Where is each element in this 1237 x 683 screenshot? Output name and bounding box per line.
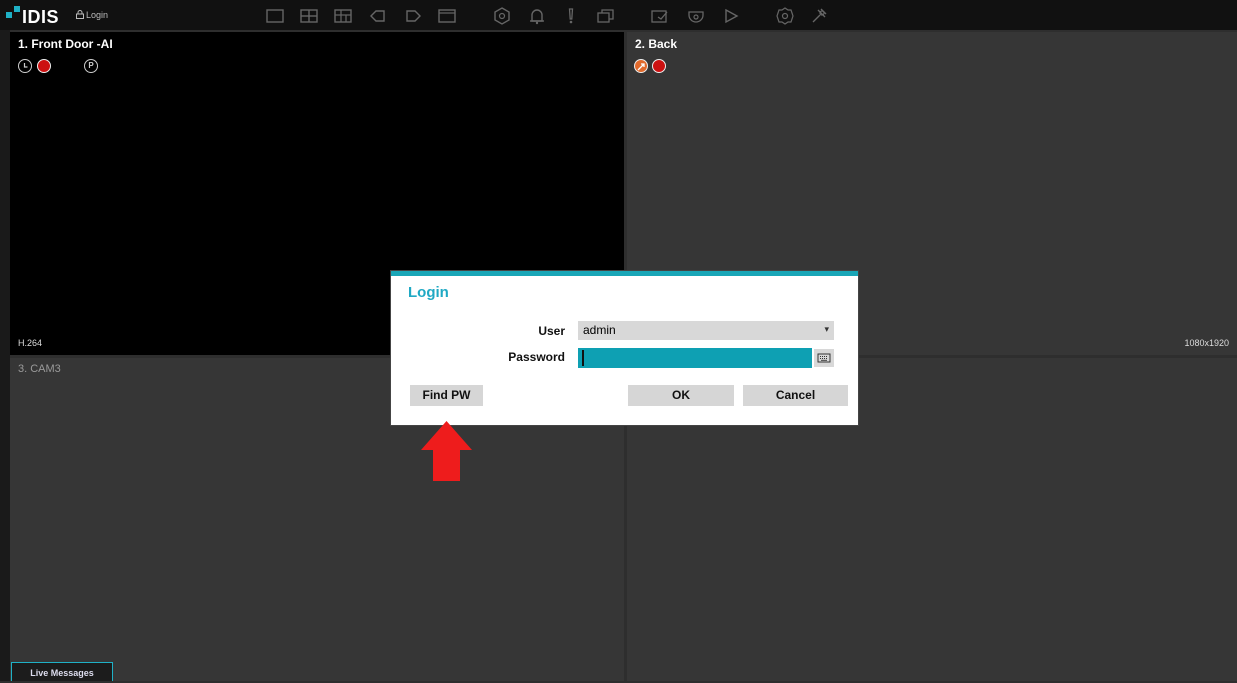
live-messages-tab[interactable]: Live Messages	[11, 662, 113, 681]
camera-title: 2. Back	[635, 37, 678, 51]
next-group-icon[interactable]	[403, 6, 423, 26]
record-indicator-icon	[652, 59, 666, 73]
dialog-title: Login	[408, 284, 449, 301]
layout-2x2-icon[interactable]	[299, 6, 319, 26]
password-label: Password	[508, 350, 565, 364]
ptz-dome-icon[interactable]	[686, 6, 706, 26]
user-select-value: admin	[583, 323, 616, 337]
prev-group-icon[interactable]	[368, 6, 388, 26]
layout-3x3-icon[interactable]	[333, 6, 353, 26]
cancel-button[interactable]: Cancel	[743, 385, 848, 406]
record-check-icon[interactable]	[650, 6, 670, 26]
keyboard-icon	[817, 353, 831, 363]
playback-icon[interactable]	[721, 6, 741, 26]
virtual-keyboard-button[interactable]	[814, 349, 834, 367]
camera-title: 3. CAM3	[18, 363, 61, 375]
resolution-label: 1080x1920	[1184, 338, 1229, 348]
record-indicator-icon	[37, 59, 51, 73]
left-strip	[0, 30, 10, 681]
login-dialog: Login User admin ▾ Password Find PW OK C…	[391, 271, 858, 425]
motion-alert-icon	[634, 59, 648, 73]
alert-icon[interactable]	[561, 6, 581, 26]
camera-title: 1. Front Door -AI	[18, 37, 113, 51]
password-input[interactable]	[578, 348, 812, 368]
user-select[interactable]: admin ▾	[578, 321, 834, 340]
layout-1x1-icon[interactable]	[265, 6, 285, 26]
tools-icon[interactable]	[809, 6, 829, 26]
text-caret	[582, 350, 584, 366]
top-toolbar: IDIS Login	[0, 0, 1237, 30]
alarm-bell-icon[interactable]	[527, 6, 547, 26]
login-link[interactable]: Login	[76, 10, 108, 20]
annotation-arrow-icon	[421, 421, 472, 481]
privacy-p-icon: P	[84, 59, 98, 73]
camera-group-icon[interactable]	[492, 6, 512, 26]
user-label: User	[538, 324, 565, 338]
ok-button[interactable]: OK	[628, 385, 734, 406]
dialog-accent-bar	[391, 271, 858, 276]
clock-icon	[18, 59, 32, 73]
settings-gear-icon[interactable]	[775, 6, 795, 26]
sequence-icon[interactable]	[437, 6, 457, 26]
multi-window-icon[interactable]	[596, 6, 616, 26]
dropdown-arrow-icon: ▾	[824, 324, 829, 334]
lock-icon	[76, 10, 84, 19]
find-pw-button[interactable]: Find PW	[410, 385, 483, 406]
codec-label: H.264	[18, 338, 43, 348]
